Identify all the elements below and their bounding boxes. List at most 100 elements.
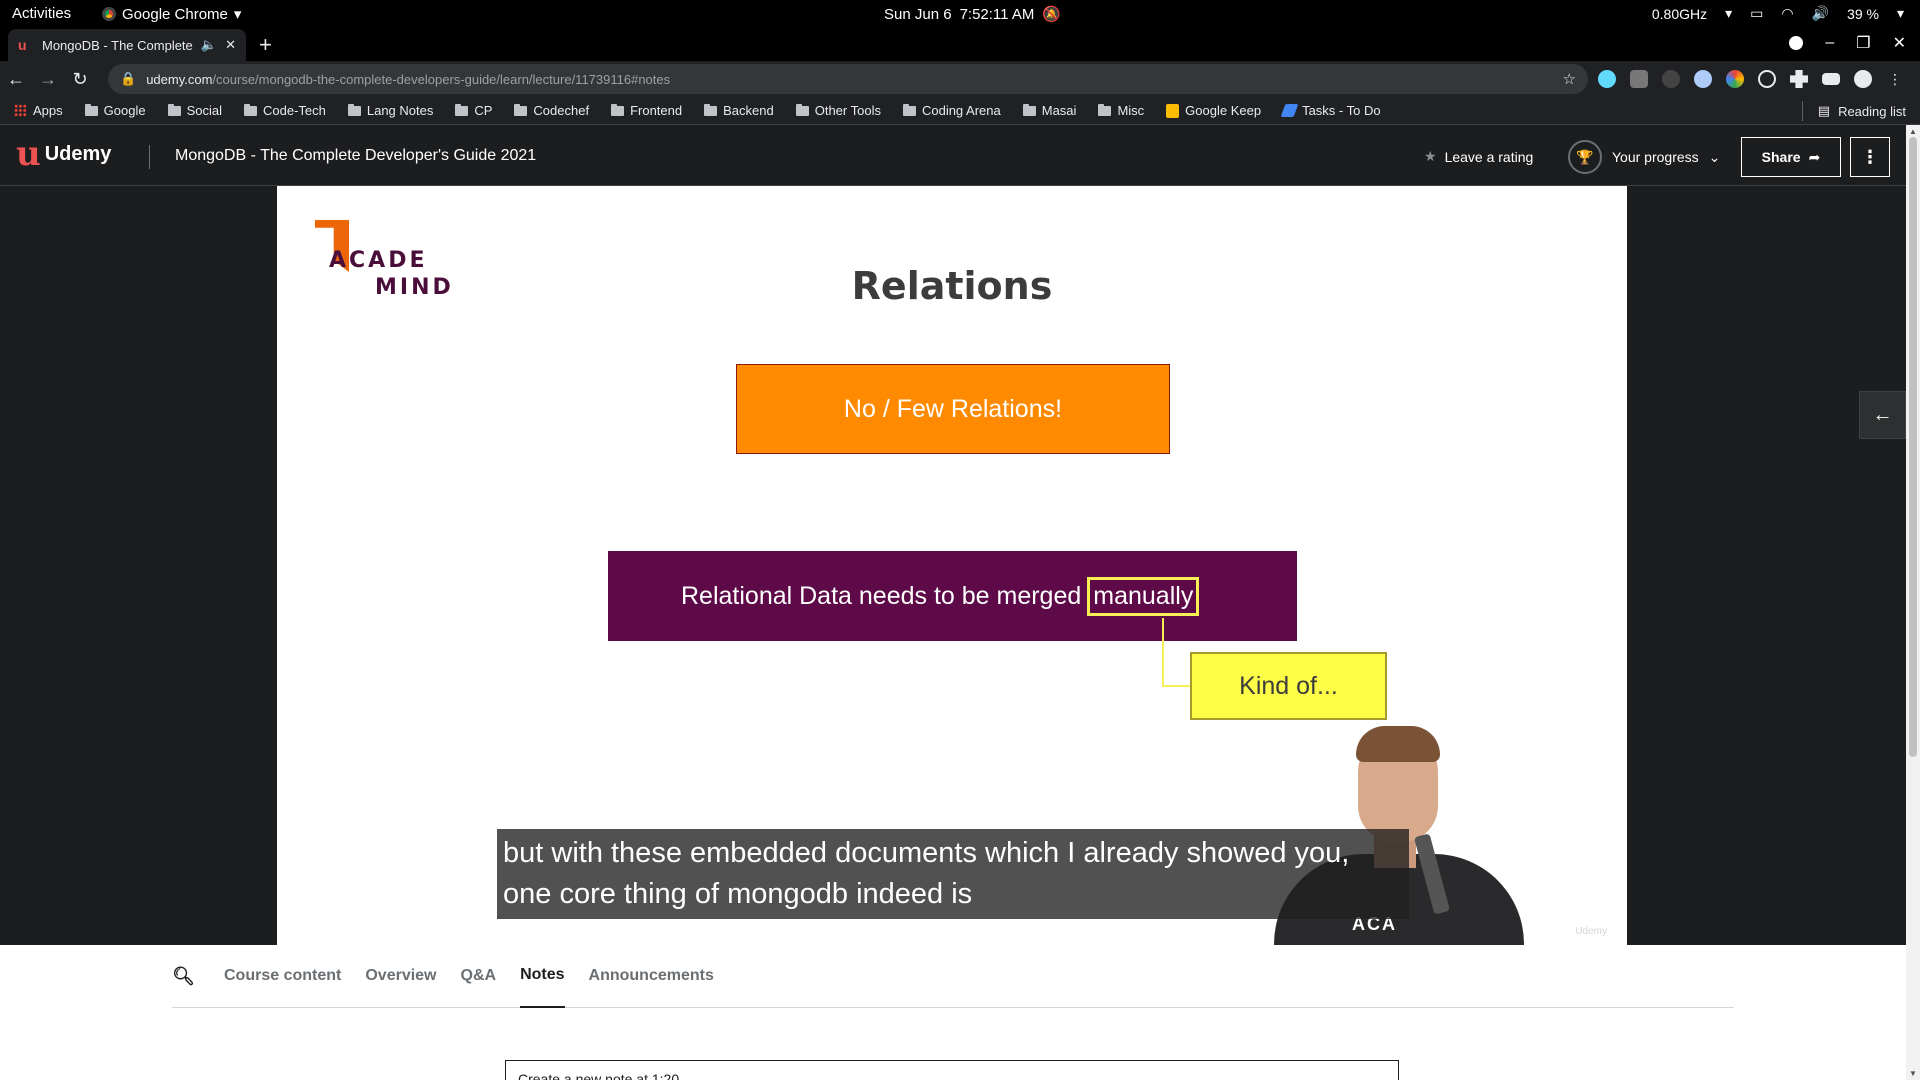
share-button[interactable]: Share ➦ — [1741, 137, 1841, 177]
bookmark-code-tech[interactable]: Code-Tech — [243, 103, 326, 118]
page-scrollbar[interactable]: ▲ ▼ — [1906, 125, 1920, 1080]
extensions-area: ⋮ — [1598, 70, 1904, 88]
clock-time: 7:52:11 AM — [959, 5, 1035, 23]
tab-overview[interactable]: Overview — [365, 945, 436, 1008]
bookmark-backend[interactable]: Backend — [704, 103, 774, 118]
star-icon: ★ — [1424, 148, 1437, 164]
target-icon[interactable] — [1758, 70, 1776, 88]
tab-announcements[interactable]: Announcements — [589, 945, 714, 1008]
bookmark-masai[interactable]: Masai — [1022, 103, 1076, 118]
highlighted-word: manually — [1087, 576, 1200, 616]
share-arrow-icon: ➦ — [1808, 148, 1821, 165]
bookmark-label: Google — [103, 103, 146, 118]
extension-circle-icon[interactable] — [1694, 70, 1712, 88]
bookmark-coding-arena[interactable]: Coding Arena — [902, 103, 1001, 118]
bookmark-label: Codechef — [533, 103, 590, 118]
udemy-brand-text: Udemy — [44, 142, 112, 165]
url-text: udemy.com/course/mongodb-the-complete-de… — [146, 71, 671, 87]
extension-icon[interactable] — [1630, 70, 1648, 88]
close-tab-icon[interactable]: ✕ — [225, 37, 236, 53]
browser-toolbar: ← → ↻ 🔒 udemy.com/course/mongodb-the-com… — [0, 61, 1920, 97]
address-bar[interactable]: 🔒 udemy.com/course/mongodb-the-complete-… — [108, 64, 1588, 94]
bookmark-social[interactable]: Social — [167, 103, 222, 118]
scroll-down-icon[interactable]: ▼ — [1909, 1069, 1917, 1078]
bookmarks-divider — [1801, 101, 1803, 121]
folder-icon — [514, 103, 528, 116]
arrow-left-icon: ← — [1872, 403, 1893, 426]
folder-icon — [243, 103, 257, 116]
window-controls: – ❐ ✕ — [1789, 33, 1906, 53]
app-menu[interactable]: Google Chrome ▾ — [102, 5, 241, 23]
bookmark-misc[interactable]: Misc — [1098, 103, 1144, 118]
bookmark-lang-notes[interactable]: Lang Notes — [347, 103, 433, 118]
bookmark-apps[interactable]: Apps — [14, 103, 63, 118]
system-top-bar: Activities Google Chrome ▾ Sun Jun 6 7:5… — [0, 0, 1920, 27]
avatar[interactable] — [1854, 70, 1872, 88]
bookmark-label: Apps — [33, 103, 63, 118]
reload-icon[interactable]: ↻ — [64, 69, 96, 90]
tab-notes[interactable]: Notes — [520, 945, 565, 1008]
bookmark-google[interactable]: Google — [84, 103, 146, 118]
slide-title: Relations — [851, 264, 1053, 308]
udemy-logo-icon: u — [16, 134, 41, 174]
caption-line: one core thing of mongodb indeed is — [503, 878, 973, 910]
reading-list-button[interactable]: ▤ Reading list — [1801, 101, 1906, 121]
header-divider — [149, 145, 150, 169]
connector-line — [1162, 618, 1164, 687]
bookmark-google-keep[interactable]: Google Keep — [1166, 103, 1261, 118]
react-devtools-icon[interactable] — [1598, 70, 1616, 88]
new-tab-button[interactable]: + — [259, 32, 272, 58]
yellow-callout-box: Kind of... — [1190, 652, 1387, 720]
audio-playing-icon[interactable]: 🔈 — [201, 37, 217, 53]
bookmark-star-icon[interactable]: ☆ — [1563, 70, 1576, 88]
purple-box-text: Relational Data needs to be merged — [681, 581, 1082, 610]
media-queue-icon[interactable] — [1822, 73, 1840, 85]
puzzle-icon[interactable] — [1790, 70, 1808, 88]
system-tray[interactable]: 0.80GHz ▾ ▭ ◠ 🔊 39 % ▾ — [1652, 5, 1904, 22]
forward-arrow-icon[interactable]: → — [32, 69, 64, 90]
orange-box: No / Few Relations! — [736, 364, 1170, 454]
wifi-icon: ◠ — [1781, 5, 1794, 21]
folder-icon — [704, 103, 718, 116]
google-keep-icon — [1166, 103, 1180, 118]
cpu-menu-icon: ▾ — [1725, 5, 1733, 21]
udemy-logo[interactable]: u Udemy — [16, 134, 112, 174]
color-picker-icon[interactable] — [1726, 70, 1744, 88]
your-progress-button[interactable]: 🏆 Your progress ⌄ — [1568, 140, 1720, 174]
caret-down-icon: ▾ — [233, 6, 242, 23]
search-icon[interactable]: 🔍︎ — [172, 966, 200, 987]
menu-dots-icon[interactable]: ⋮ — [1886, 70, 1904, 88]
expand-sidebar-button[interactable]: ← — [1859, 391, 1906, 439]
more-options-button[interactable]: ⋮ — [1850, 137, 1890, 177]
udemy-watermark: Udemy — [1575, 926, 1607, 937]
scrollbar-thumb[interactable] — [1909, 137, 1917, 757]
close-window-icon[interactable]: ✕ — [1893, 33, 1906, 53]
cpu-frequency: 0.80GHz — [1651, 5, 1708, 22]
share-label: Share — [1761, 149, 1801, 165]
bookmark-label: Frontend — [630, 103, 683, 118]
extension-gear-icon[interactable] — [1662, 70, 1680, 88]
minimize-icon[interactable]: – — [1825, 34, 1834, 52]
bookmark-cp[interactable]: CP — [455, 103, 492, 118]
bell-off-icon: 🔕 — [1042, 6, 1062, 23]
folder-icon — [902, 103, 916, 116]
caption-line: but with these embedded documents which … — [503, 837, 1350, 869]
tab-search-icon[interactable] — [1789, 36, 1804, 50]
bookmark-other-tools[interactable]: Other Tools — [795, 103, 881, 118]
tab-course-content[interactable]: Course content — [224, 945, 341, 1008]
clock-date: Sun Jun 6 — [884, 5, 952, 23]
browser-tab[interactable]: u MongoDB - The Complete 🔈 ✕ — [8, 29, 246, 61]
activities-button[interactable]: Activities — [12, 5, 71, 22]
clock[interactable]: Sun Jun 6 7:52:11 AM 🔕 — [884, 5, 1062, 24]
create-note-input[interactable]: Create a new note at 1:20 — [505, 1060, 1399, 1080]
tab-qa[interactable]: Q&A — [461, 945, 497, 1008]
back-arrow-icon[interactable]: ← — [0, 69, 32, 90]
leave-rating-button[interactable]: ★ Leave a rating — [1424, 148, 1533, 165]
course-title[interactable]: MongoDB - The Complete Developer's Guide… — [175, 147, 536, 165]
bookmark-codechef[interactable]: Codechef — [514, 103, 589, 118]
restore-icon[interactable]: ❐ — [1856, 33, 1870, 53]
scroll-up-icon[interactable]: ▲ — [1909, 127, 1917, 136]
connector-line — [1162, 685, 1192, 687]
bookmark-frontend[interactable]: Frontend — [611, 103, 682, 118]
bookmark-tasks[interactable]: Tasks - To Do — [1280, 103, 1381, 118]
